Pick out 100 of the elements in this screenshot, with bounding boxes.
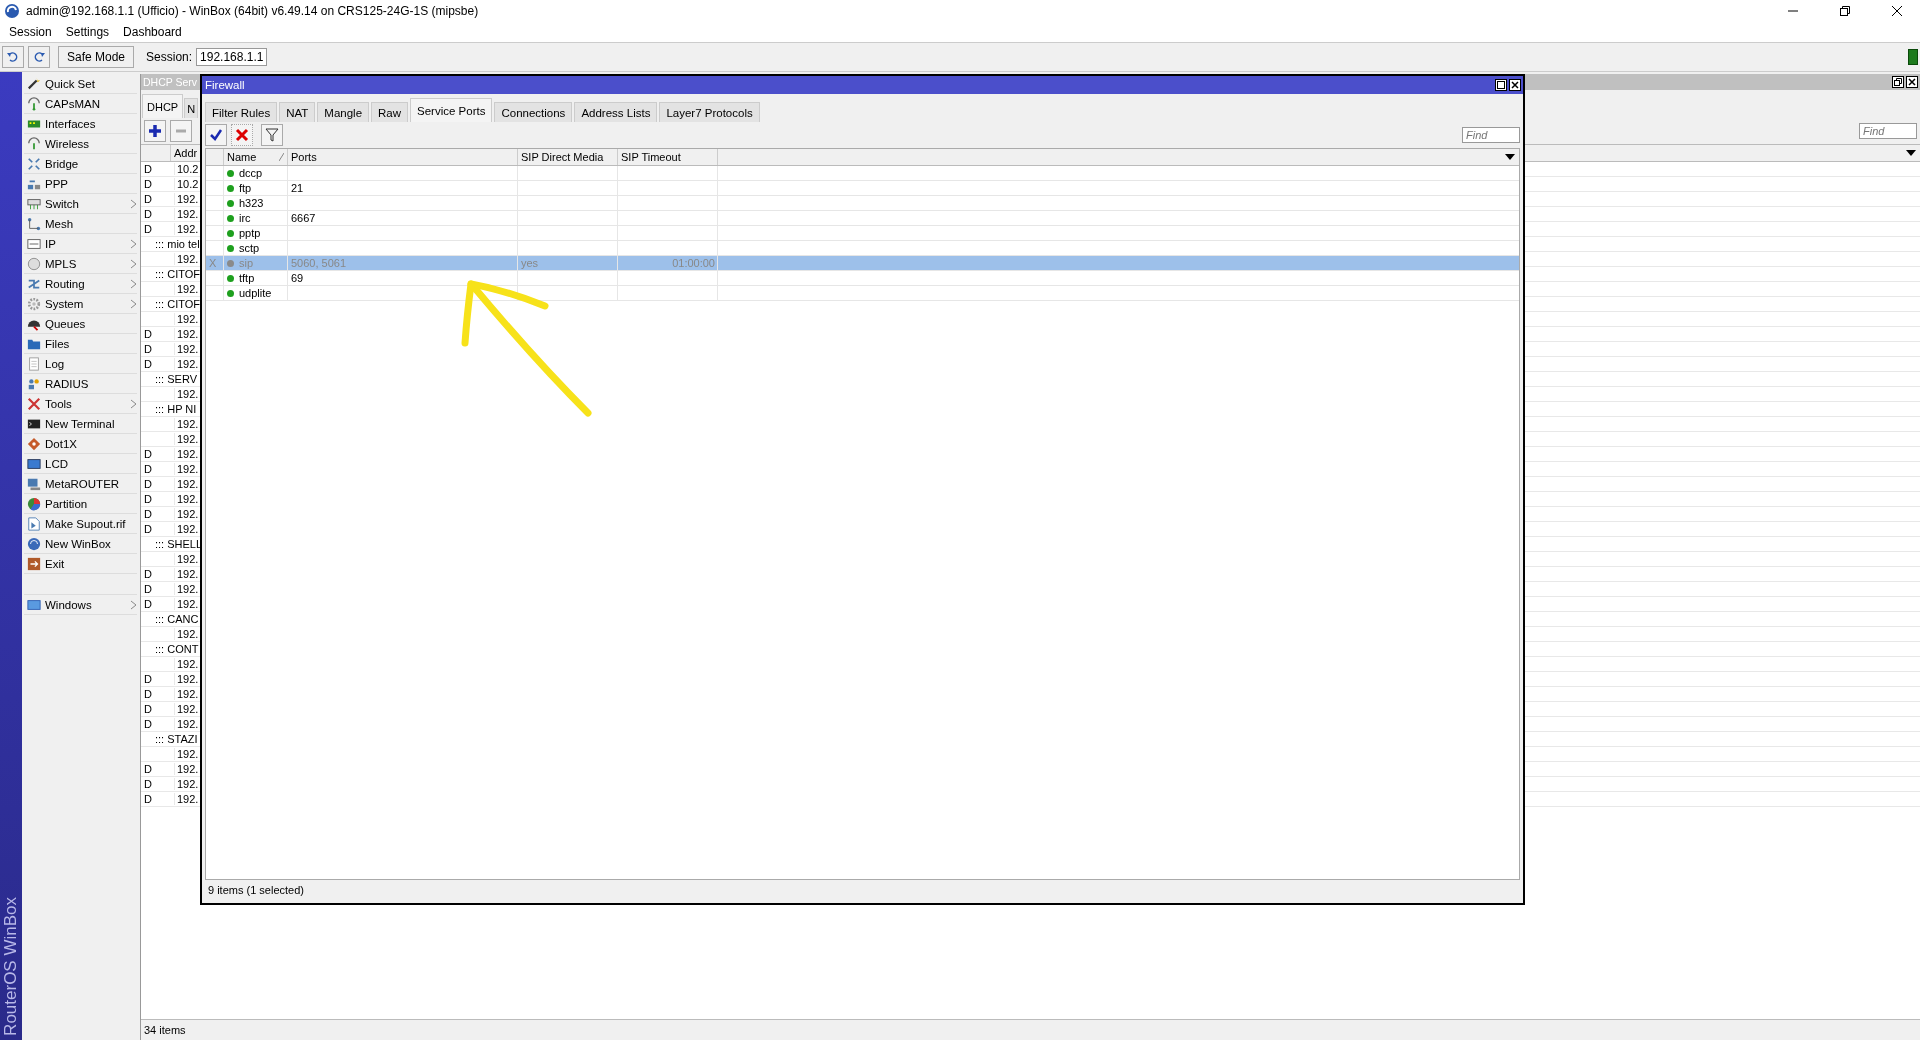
find-field[interactable]: Find (1462, 127, 1520, 143)
table-cell: 192. (174, 358, 199, 370)
table-row[interactable]: ftp 21 (206, 181, 1519, 196)
disable-button[interactable] (231, 124, 253, 146)
disc-icon (27, 256, 41, 271)
sidebar-item[interactable]: IP (24, 234, 137, 254)
table-row[interactable]: udplite (206, 286, 1519, 301)
sidebar-item[interactable]: Log (24, 354, 137, 374)
sidebar-item[interactable]: Make Supout.rif (24, 514, 137, 534)
sidebar-item[interactable]: Routing (24, 274, 137, 294)
close-icon[interactable] (1509, 79, 1521, 91)
tab[interactable]: Service Ports (410, 98, 493, 122)
sidebar-item[interactable]: Mesh (24, 214, 137, 234)
sidebar-item[interactable]: RADIUS (24, 374, 137, 394)
sidebar-item[interactable]: Tools (24, 394, 137, 414)
close-icon[interactable] (1892, 6, 1902, 16)
table-row[interactable]: h323 (206, 196, 1519, 211)
table-cell: 6667 (291, 212, 316, 224)
undo-button[interactable] (2, 46, 24, 68)
table-cell: 192. (174, 253, 199, 265)
sort-indicator-icon (279, 153, 284, 161)
close-icon[interactable] (1906, 76, 1918, 88)
column-header[interactable]: SIP Timeout (618, 149, 718, 165)
table-row[interactable]: irc 6667 (206, 211, 1519, 226)
session-field[interactable]: 192.168.1.1 (196, 48, 268, 66)
table-cell: 192. (174, 313, 199, 325)
sidebar-item[interactable]: PPP (24, 174, 137, 194)
status-text: 34 items (144, 1024, 186, 1036)
redo-button[interactable] (28, 46, 50, 68)
table-row[interactable]: tftp 69 (206, 271, 1519, 286)
dropdown-icon[interactable] (1505, 154, 1515, 160)
tab[interactable]: NAT (279, 102, 316, 122)
tab[interactable]: N (184, 98, 199, 118)
sidebar-item[interactable]: New WinBox (24, 534, 137, 554)
sidebar-item[interactable]: Exit (24, 554, 137, 574)
table-cell: 192. (174, 418, 199, 430)
exit-icon (27, 556, 41, 571)
sidebar-item[interactable]: Interfaces (24, 114, 137, 134)
filter-icon (265, 128, 279, 142)
sidebar-item[interactable]: Bridge (24, 154, 137, 174)
flag-cell: D (144, 568, 152, 580)
table-cell: 192. (174, 388, 199, 400)
menu-item[interactable]: Dashboard (116, 25, 189, 39)
sidebar-item[interactable]: Partition (24, 494, 137, 514)
name-cell: sip (239, 257, 254, 269)
sidebar-item[interactable]: Files (24, 334, 137, 354)
tab[interactable]: Connections (494, 102, 573, 122)
flag-cell: D (144, 718, 152, 730)
name-cell: irc (239, 212, 251, 224)
table-cell: 69 (291, 272, 304, 284)
globe-icon (27, 536, 41, 551)
table-row[interactable]: pptp (206, 226, 1519, 241)
comment-row-text: ::: CITOF (154, 298, 201, 310)
dropdown-icon[interactable] (1906, 150, 1916, 156)
column-header[interactable]: SIP Direct Media (518, 149, 618, 165)
flag-cell: D (144, 688, 152, 700)
restore-icon[interactable] (1840, 6, 1850, 16)
sidebar-item[interactable]: MPLS (24, 254, 137, 274)
filter-button[interactable] (261, 124, 283, 146)
switch-icon (27, 196, 41, 211)
menu-item[interactable]: Settings (58, 25, 117, 39)
column-header[interactable]: Name (227, 151, 257, 163)
tab[interactable]: Mangle (317, 102, 370, 122)
tab[interactable]: Filter Rules (205, 102, 278, 122)
table-cell: 192. (174, 598, 199, 610)
table-row[interactable]: dccp (206, 166, 1519, 181)
sidebar-item[interactable]: Dot1X (24, 434, 137, 454)
flag-cell: D (144, 178, 152, 190)
tab[interactable]: Raw (371, 102, 409, 122)
restore-icon[interactable] (1892, 76, 1904, 88)
menu-item[interactable]: Session (2, 25, 59, 39)
add-button[interactable] (144, 120, 166, 142)
comment-row-text: ::: mio tel (154, 238, 200, 250)
maximize-icon[interactable] (1495, 79, 1507, 91)
sidebar-item[interactable]: Wireless (24, 134, 137, 154)
flag-cell: D (144, 478, 152, 490)
table-cell: 5060, 5061 (291, 257, 347, 269)
sidebar-item[interactable]: Queues (24, 314, 137, 334)
flag-cell: D (144, 598, 152, 610)
cross-icon (235, 128, 249, 142)
sidebar-item[interactable]: MetaROUTER (24, 474, 137, 494)
column-header[interactable]: Ports (288, 149, 518, 165)
sidebar-item[interactable]: Windows (24, 595, 137, 615)
tab[interactable]: Layer7 Protocols (659, 102, 760, 122)
comment-row-text: ::: SERV (154, 373, 197, 385)
comment-row-text: ::: HP NI (154, 403, 197, 415)
tab[interactable]: DHCP (142, 94, 184, 118)
pie-chart-icon (27, 496, 41, 511)
sidebar-item[interactable]: LCD (24, 454, 137, 474)
sidebar-item[interactable]: System (24, 294, 137, 314)
enable-button[interactable] (205, 124, 227, 146)
sidebar-item[interactable]: New Terminal (24, 414, 137, 434)
find-field[interactable]: Find (1859, 123, 1917, 139)
sidebar-item[interactable]: CAPsMAN (24, 94, 137, 114)
connection-indicator-icon (1908, 49, 1918, 65)
tab[interactable]: Address Lists (574, 102, 658, 122)
sidebar-item[interactable]: Quick Set (24, 74, 137, 94)
column-header[interactable]: Addr (171, 145, 198, 161)
safe-mode-button[interactable]: Safe Mode (58, 46, 135, 68)
sidebar-item[interactable]: Switch (24, 194, 137, 214)
